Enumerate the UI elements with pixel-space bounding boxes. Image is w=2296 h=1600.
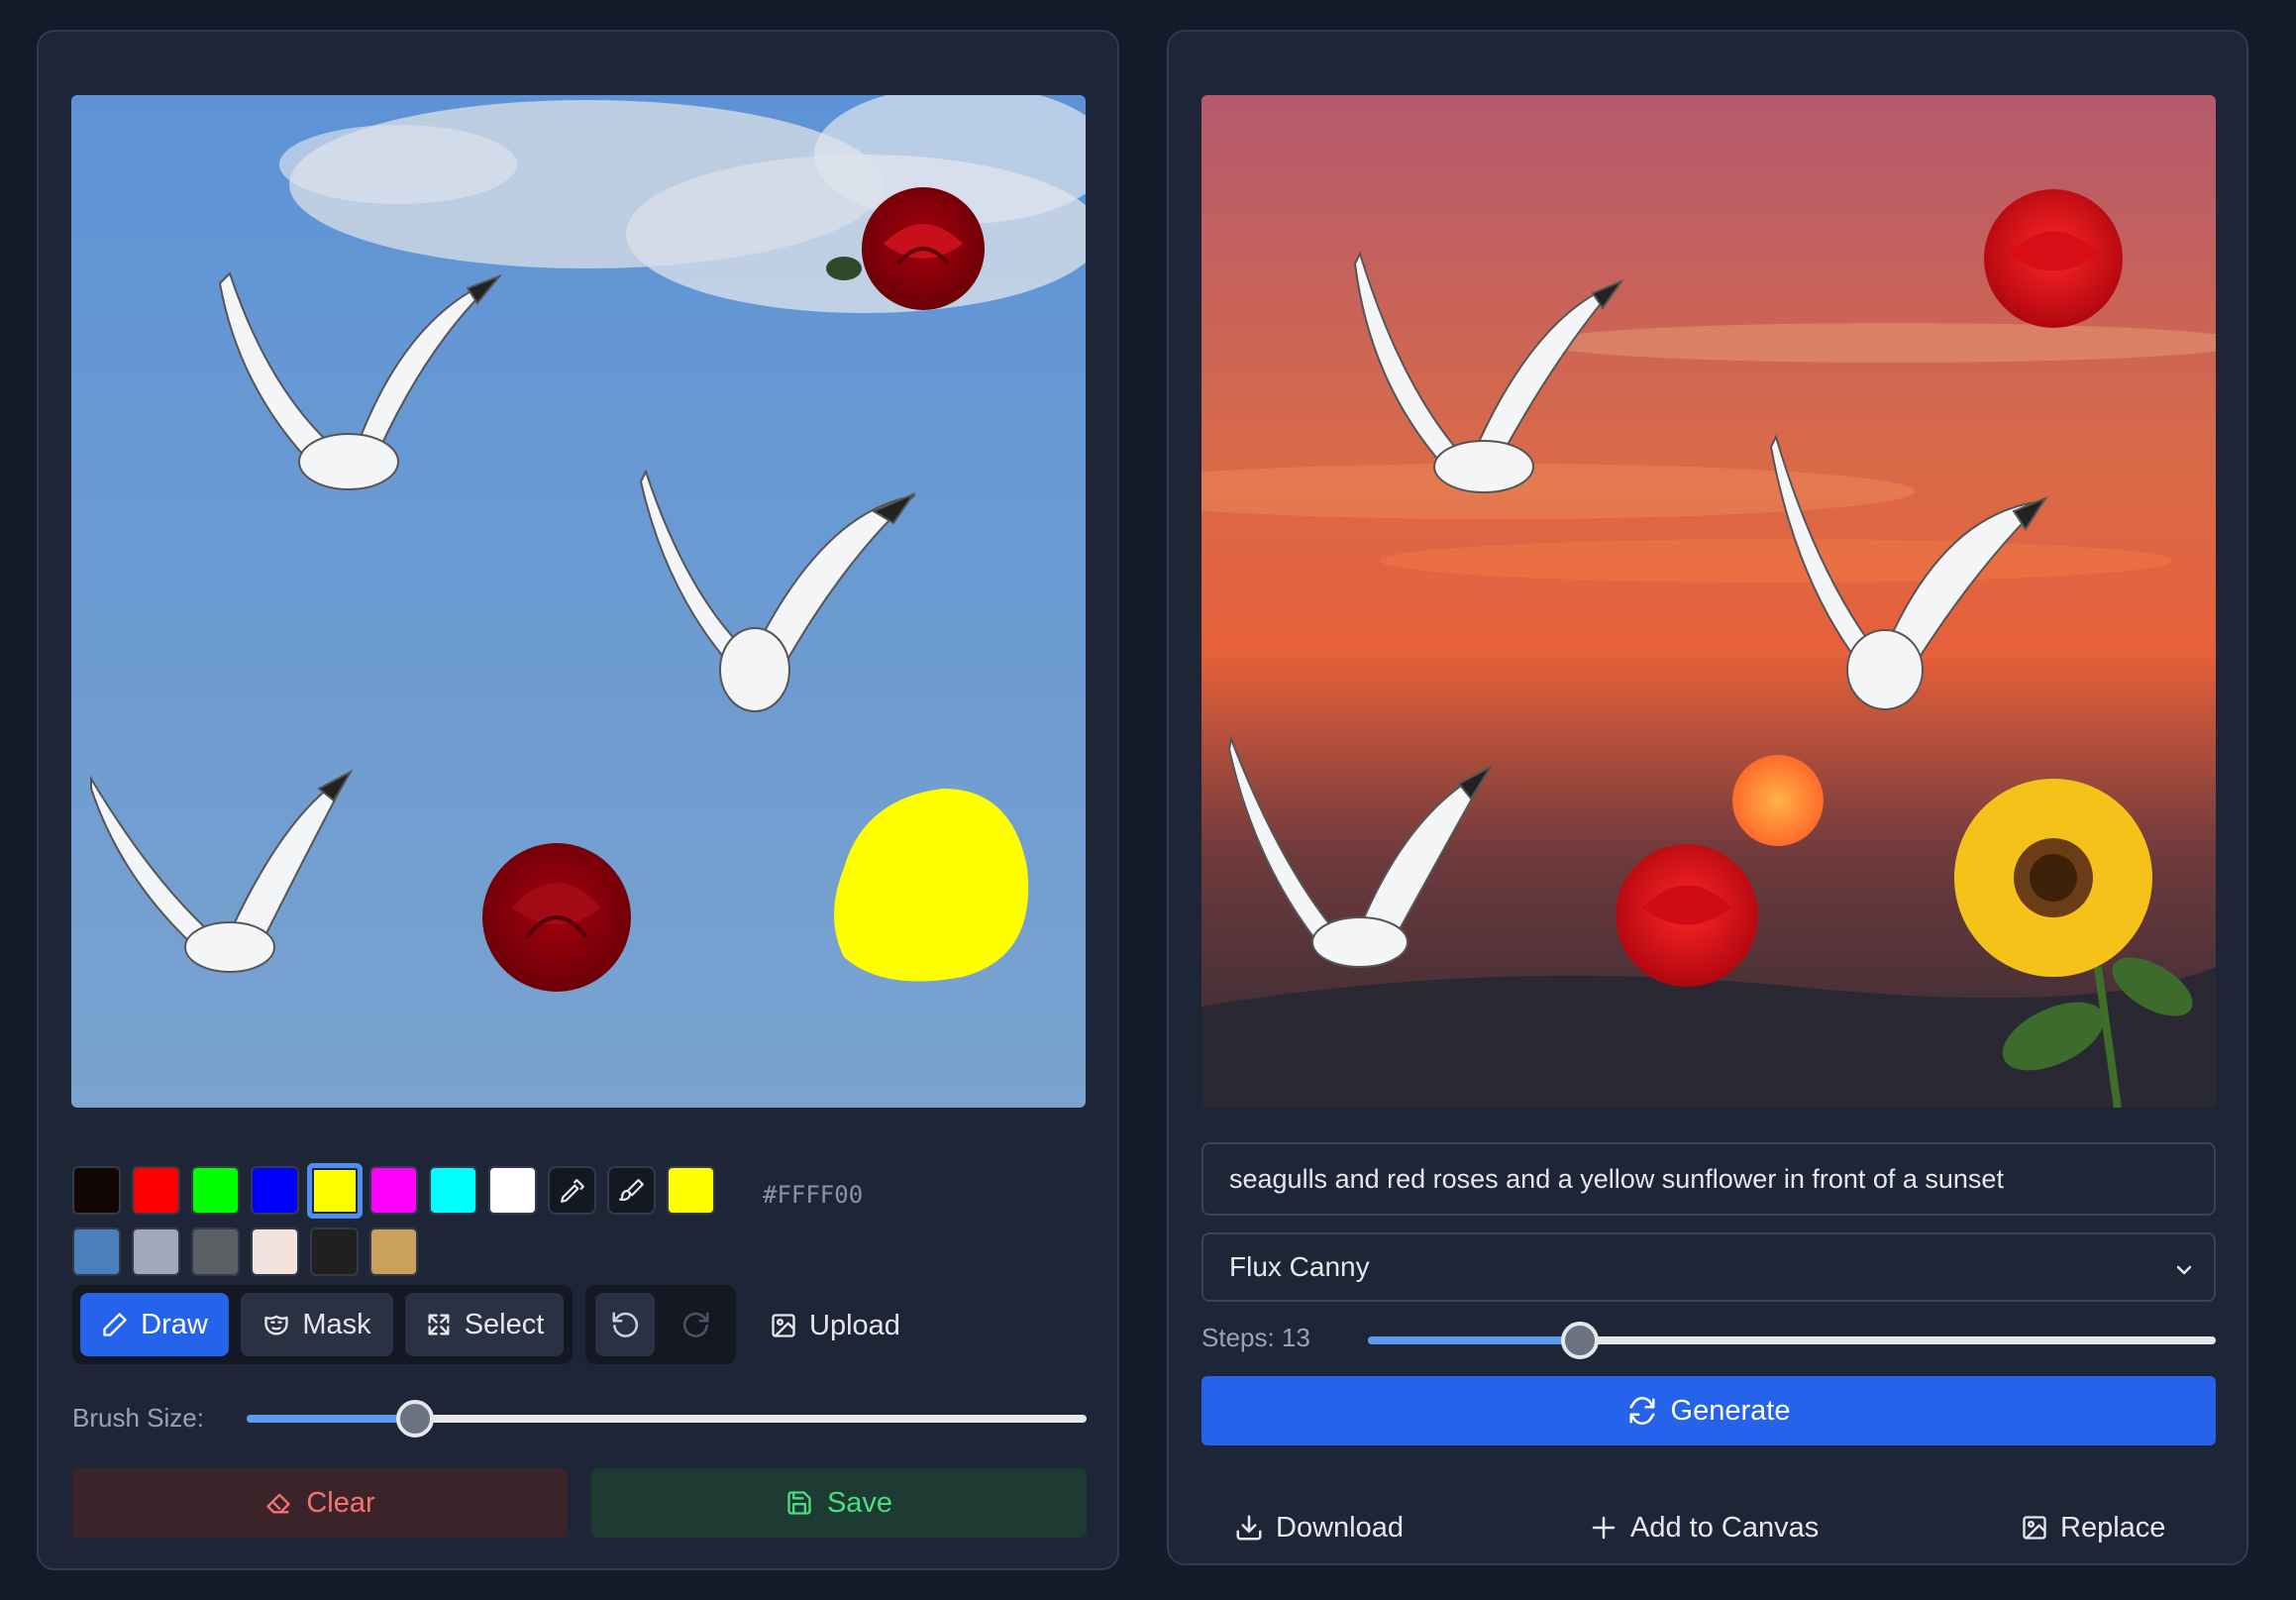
upload-button[interactable]: Upload [770,1298,900,1353]
image-icon [772,1314,795,1337]
draw-tool-button[interactable]: Draw [80,1293,229,1356]
swatch-steel-blue[interactable] [72,1227,121,1276]
slider-thumb[interactable] [1561,1322,1599,1359]
generated-image [1201,95,2216,1108]
eyedropper-icon [560,1178,584,1203]
undo-button[interactable] [595,1293,655,1356]
generate-button[interactable]: Generate [1201,1376,2216,1445]
swatch-black[interactable] [72,1166,121,1215]
swatch-gray-blue[interactable] [132,1227,180,1276]
eyedropper-button[interactable] [548,1166,596,1215]
plus-icon [1592,1516,1616,1540]
drawing-canvas[interactable] [71,95,1086,1108]
download-icon [1236,1515,1262,1541]
replace-label: Replace [2060,1511,2166,1544]
clear-label: Clear [306,1486,375,1519]
steps-label: Steps: 13 [1201,1323,1310,1352]
steps-slider[interactable] [1368,1322,2216,1359]
clear-button[interactable]: Clear [72,1468,568,1538]
image-icon [2023,1516,2046,1540]
mask-tool-button[interactable]: Mask [241,1293,393,1356]
select-tool-button[interactable]: Select [405,1293,564,1356]
undo-icon [612,1312,639,1337]
swatch-white[interactable] [488,1166,537,1215]
mask-icon [264,1315,289,1335]
redo-icon [682,1312,709,1337]
swatch-green[interactable] [191,1166,240,1215]
add-to-canvas-label: Add to Canvas [1630,1511,1820,1544]
download-button[interactable]: Download [1234,1500,1404,1555]
paintbrush-icon [618,1178,644,1201]
model-select[interactable]: Flux Canny [1201,1232,2216,1302]
redo-button[interactable] [667,1293,726,1356]
download-label: Download [1276,1511,1404,1544]
mask-label: Mask [302,1308,371,1340]
swatch-tan[interactable] [369,1227,418,1276]
pencil-icon [103,1313,127,1336]
generation-panel: seagulls and red roses and a yellow sunf… [1167,30,2248,1565]
brush-size-slider[interactable] [247,1400,1087,1438]
save-button[interactable]: Save [591,1468,1087,1538]
swatch-dark-gray[interactable] [191,1227,240,1276]
current-color-hex: #FFFF00 [763,1181,864,1209]
replace-button[interactable]: Replace [2021,1500,2165,1555]
save-label: Save [826,1486,893,1519]
brush-color-button[interactable] [607,1166,656,1215]
upload-label: Upload [809,1309,900,1341]
swatch-light-pink[interactable] [251,1227,299,1276]
history-group [585,1285,736,1364]
draw-label: Draw [141,1308,208,1340]
expand-icon [428,1314,450,1335]
current-color-swatch[interactable] [667,1166,715,1215]
swatch-cyan[interactable] [429,1166,477,1215]
add-to-canvas-button[interactable]: Add to Canvas [1589,1500,1819,1555]
generate-label: Generate [1670,1394,1791,1427]
model-selected-value: Flux Canny [1229,1251,1370,1282]
swatch-blue[interactable] [251,1166,299,1215]
slider-thumb[interactable] [395,1400,434,1438]
eraser-icon [266,1493,291,1514]
chevron-down-icon [2176,1265,2192,1275]
tool-mode-group: Draw Mask Select [72,1285,573,1364]
select-label: Select [464,1308,545,1340]
prompt-text: seagulls and red roses and a yellow sunf… [1229,1163,2004,1194]
brush-size-label: Brush Size: [72,1403,204,1433]
swatch-yellow[interactable] [307,1163,363,1219]
refresh-icon [1629,1397,1655,1425]
editor-panel: #FFFF00 Draw Mask Select Upload Brush Si… [37,30,1119,1570]
prompt-input[interactable]: seagulls and red roses and a yellow sunf… [1201,1142,2216,1216]
swatch-red[interactable] [132,1166,180,1215]
save-icon [787,1491,811,1515]
swatch-magenta[interactable] [369,1166,418,1215]
swatch-near-black[interactable] [310,1227,359,1276]
